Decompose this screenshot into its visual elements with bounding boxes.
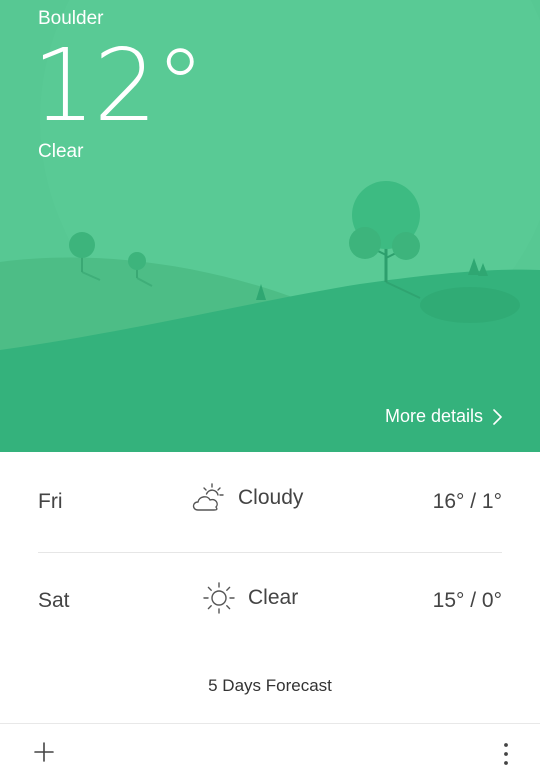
forecast-condition: Clear [202,581,298,615]
five-days-forecast-button[interactable]: 5 Days Forecast [0,676,540,696]
forecast-row[interactable]: Sat Clear 15° / 0° [38,551,502,651]
plus-icon[interactable] [32,740,56,764]
forecast-condition: Cloudy [190,482,303,514]
partly-cloudy-icon [192,483,224,511]
current-condition: Clear [38,141,84,162]
forecast-condition-label: Cloudy [238,486,304,509]
bottom-toolbar [0,723,540,782]
more-details-label: More details [384,406,483,426]
sun-icon [203,582,235,614]
forecast-day: Sat [38,589,70,612]
current-temperature: 12° [32,27,205,144]
forecast-condition-label: Clear [248,586,299,609]
forecast-temps: 15° / 0° [432,589,502,612]
forecast-row[interactable]: Fri Cloudy 16° / 1° [38,452,502,552]
more-details-link[interactable]: More details [385,406,502,427]
more-vertical-icon[interactable] [500,740,512,768]
chevron-right-icon [493,408,502,425]
forecast-day: Fri [38,490,63,513]
weather-hero: Boulder 12° Clear More details [0,0,540,452]
forecast-temps: 16° / 1° [432,490,502,513]
